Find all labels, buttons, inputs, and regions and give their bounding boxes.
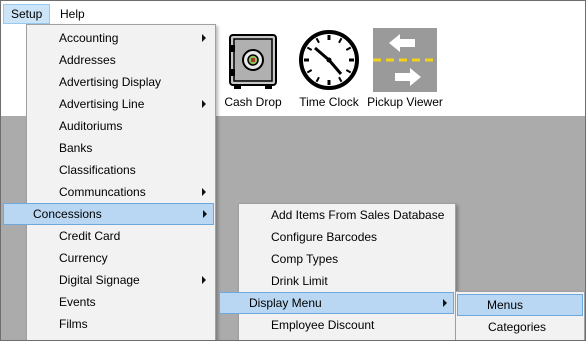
display-menu-item-menus[interactable]: Menus <box>457 294 583 316</box>
setup-menu-item-currency[interactable]: Currency <box>29 247 213 269</box>
setup-menu-item-events[interactable]: Events <box>29 291 213 313</box>
setup-menu-item-banks[interactable]: Banks <box>29 137 213 159</box>
setup-menu-item-label: Advertising Display <box>59 75 162 89</box>
setup-menu-item-label: Films <box>59 317 88 331</box>
cash-drop-button[interactable]: Cash Drop <box>215 24 291 114</box>
setup-menu-item-label: Credit Card <box>59 229 121 243</box>
setup-menu-item-credit-card[interactable]: Credit Card <box>29 225 213 247</box>
time-clock-label: Time Clock <box>299 95 359 109</box>
setup-menu-item-label: Auditoriums <box>59 119 123 133</box>
chevron-right-icon <box>202 276 206 284</box>
pickup-viewer-button[interactable]: Pickup Viewer <box>367 24 443 114</box>
setup-menu-item-digital-signage[interactable]: Digital Signage <box>29 269 213 291</box>
concessions-menu-item-label: Comp Types <box>271 252 339 266</box>
setup-menu-item-accounting[interactable]: Accounting <box>29 27 213 49</box>
chevron-right-icon <box>443 299 447 307</box>
setup-menu-item-label: Digital Signage <box>59 273 140 287</box>
display-menu-submenu: Menus Categories <box>455 291 585 340</box>
chevron-right-icon <box>202 100 206 108</box>
display-menu-item-label: Categories <box>488 320 547 334</box>
safe-icon <box>229 34 277 89</box>
clock-icon <box>299 30 359 90</box>
chevron-right-icon <box>203 210 207 218</box>
setup-menu-item-addresses[interactable]: Addresses <box>29 49 213 71</box>
setup-menu-item-label: Currency <box>59 251 108 265</box>
chevron-right-icon <box>202 188 206 196</box>
setup-menu-item-label: Concessions <box>33 207 102 221</box>
concessions-menu-item-display-menu[interactable]: Display Menu <box>219 292 454 314</box>
setup-menu-item-label: Banks <box>59 141 93 155</box>
pickup-viewer-label: Pickup Viewer <box>367 95 443 109</box>
concessions-menu-item-comp-types[interactable]: Comp Types <box>241 248 453 270</box>
concessions-menu-item-label: Add Items From Sales Database <box>271 208 445 222</box>
setup-menu-item-label: Classifications <box>59 163 136 177</box>
setup-menu-item-communcations[interactable]: Communcations <box>29 181 213 203</box>
concessions-menu-item-label: Drink Limit <box>271 274 328 288</box>
application-window: Setup Help Cash Drop Time Clock Pickup V… <box>0 0 586 341</box>
setup-menu-item-concessions[interactable]: Concessions <box>3 203 214 225</box>
setup-menu-item-label: Communcations <box>59 185 146 199</box>
pickup-arrows-icon <box>373 28 437 92</box>
concessions-menu-item-configure-barcodes[interactable]: Configure Barcodes <box>241 226 453 248</box>
setup-menu-item-label: Accounting <box>59 31 119 45</box>
setup-dropdown-menu: Accounting Addresses Advertising Display Ad… <box>3 24 216 340</box>
chevron-right-icon <box>202 34 206 42</box>
menu-bar: Setup Help <box>1 4 585 24</box>
setup-menu-item-auditoriums[interactable]: Auditoriums <box>29 115 213 137</box>
setup-menu-item-label: Advertising Line <box>59 97 145 111</box>
setup-menu-item-advertising-line[interactable]: Advertising Line <box>29 93 213 115</box>
setup-menu-item-label: Addresses <box>59 53 116 67</box>
menu-help[interactable]: Help <box>53 4 92 24</box>
cash-drop-label: Cash Drop <box>224 95 282 109</box>
menu-setup[interactable]: Setup <box>3 4 51 24</box>
concessions-menu-item-drink-limit[interactable]: Drink Limit <box>241 270 453 292</box>
setup-menu-item-label: Events <box>59 295 96 309</box>
concessions-menu-item-employee-discount[interactable]: Employee Discount <box>241 314 453 336</box>
setup-menu-item-classifications[interactable]: Classifications <box>29 159 213 181</box>
display-menu-item-categories[interactable]: Categories <box>458 316 582 338</box>
setup-menu-item-films[interactable]: Films <box>29 313 213 335</box>
time-clock-button[interactable]: Time Clock <box>291 24 367 114</box>
concessions-menu-item-add-items-from-sales-database[interactable]: Add Items From Sales Database <box>241 204 453 226</box>
display-menu-item-label: Menus <box>487 298 524 312</box>
concessions-menu-item-label: Display Menu <box>249 296 322 310</box>
concessions-menu-item-label: Configure Barcodes <box>271 230 378 244</box>
setup-menu-item-advertising-display[interactable]: Advertising Display <box>29 71 213 93</box>
concessions-menu-item-label: Employee Discount <box>271 318 375 332</box>
concessions-submenu: Add Items From Sales Database Configure B… <box>219 203 456 340</box>
